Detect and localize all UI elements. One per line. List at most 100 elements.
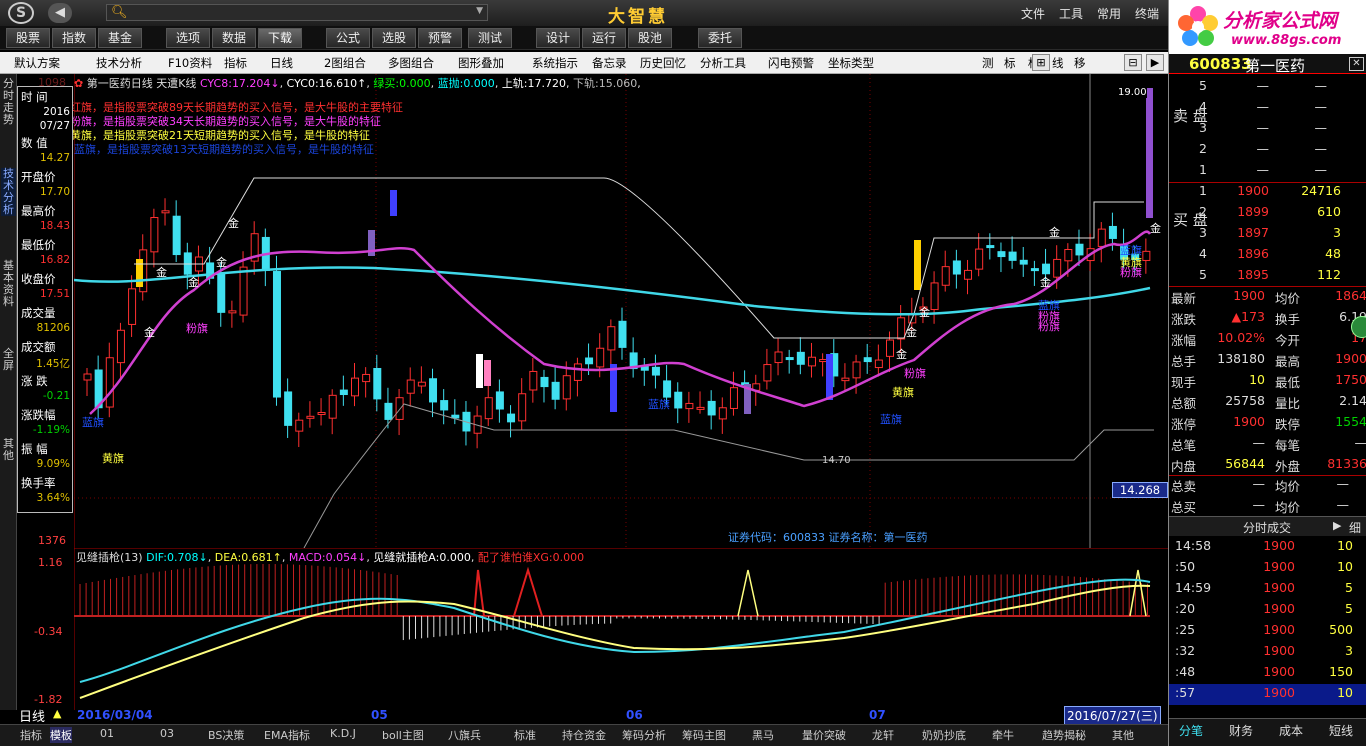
nav-11[interactable]: 运行 (582, 28, 626, 48)
tool-right-0[interactable]: 测 (982, 55, 994, 71)
candle-body (1030, 268, 1039, 272)
gear-icon[interactable]: ✿ (74, 77, 83, 90)
quote-tab-0[interactable]: 分笔 (1179, 722, 1203, 739)
search-input[interactable]: 🔍︎ ▼ (106, 4, 488, 21)
ticks-detail-button[interactable]: 细 (1349, 519, 1361, 536)
book-divider (1169, 182, 1366, 183)
signal-label-7: 蓝旗 (82, 416, 104, 429)
info-value-10: 9.09% (36, 458, 70, 470)
quote-row-8-1: 56844 (1225, 456, 1265, 471)
quote-tab-1[interactable]: 财务 (1229, 722, 1253, 739)
tool-8[interactable]: 系统指示 (532, 55, 578, 71)
kline-chart[interactable]: ✿ 第一医药日线 天遭K线 CYC8:17.204↓, CYC0:16.610↑… (70, 74, 1168, 548)
indicator-tab-5[interactable]: EMA指标 (264, 727, 310, 743)
nav-9[interactable]: 测试 (468, 28, 512, 48)
indicator-tab-15[interactable]: 龙轩 (872, 727, 894, 743)
indicator-tab-12[interactable]: 筹码主图 (682, 727, 726, 743)
tool-7[interactable]: 图形叠加 (458, 55, 504, 71)
sell-row-1-2: — (1314, 99, 1328, 114)
menu-tools[interactable]: 工具 (1059, 5, 1083, 22)
nav-2[interactable]: 基金 (98, 28, 142, 48)
nav-5[interactable]: 下载 (258, 28, 302, 48)
indicator-tab-10[interactable]: 持仓资金 (562, 727, 606, 743)
close-icon[interactable]: ✕ (1349, 57, 1364, 71)
signal-bar-5 (610, 364, 617, 412)
indicator-tab-14[interactable]: 量价突破 (802, 727, 846, 743)
nav-3[interactable]: 选项 (166, 28, 210, 48)
indicator-tab-11[interactable]: 筹码分析 (622, 727, 666, 743)
nav-13[interactable]: 委托 (698, 28, 742, 48)
tool-right-4[interactable]: 移 (1074, 55, 1086, 71)
tool-9[interactable]: 备忘录 (592, 55, 627, 71)
indicator-tab-2[interactable]: 01 (100, 727, 114, 740)
tool-11[interactable]: 分析工具 (700, 55, 746, 71)
side-tab-4[interactable]: 其他 (1, 438, 16, 462)
menu-file[interactable]: 文件 (1021, 5, 1045, 22)
menu-common[interactable]: 常用 (1097, 5, 1121, 22)
quote-tab-2[interactable]: 成本 (1279, 722, 1303, 739)
indicator-tab-19[interactable]: 其他 (1112, 727, 1134, 743)
candle-body (105, 357, 114, 408)
sum-buy-3: — (1336, 497, 1350, 512)
candle-body (306, 415, 315, 419)
tool-3[interactable]: 指标 (224, 55, 247, 71)
indicator-tab-3[interactable]: 03 (160, 727, 174, 740)
tool-13[interactable]: 坐标类型 (828, 55, 874, 71)
tool-1[interactable]: 技术分析 (96, 55, 142, 71)
legend-lower-label: 下轨: (573, 77, 599, 90)
tool-2[interactable]: F10资料 (168, 55, 212, 71)
indicator-tab-7[interactable]: boll主图 (382, 727, 424, 743)
candle-body (1008, 251, 1017, 261)
macd-chart[interactable]: 见缝插枪(13) DIF:0.708↓, DEA:0.681↑, MACD:0.… (74, 548, 1168, 710)
side-tab-0[interactable]: 分时走势 (1, 78, 16, 126)
menu-terminal[interactable]: 终端 (1135, 5, 1159, 22)
candle-body (351, 377, 359, 397)
tool-0[interactable]: 默认方案 (14, 55, 60, 71)
side-tab-3[interactable]: 全屏 (1, 348, 16, 372)
ticks-expand-icon[interactable]: ▶ (1333, 519, 1341, 532)
quote-row-2-2: 今开 (1275, 333, 1301, 348)
grid-icon[interactable]: ⊞ (1032, 54, 1050, 71)
tool-5[interactable]: 2图组合 (324, 55, 366, 71)
candle-body (1019, 259, 1028, 265)
tool-right-3[interactable]: 线 (1052, 55, 1064, 71)
quote-row-4-3: 1750 (1335, 372, 1366, 387)
tool-12[interactable]: 闪电预警 (768, 55, 814, 71)
indicator-tab-16[interactable]: 奶奶抄底 (922, 727, 966, 743)
next-icon[interactable]: ▶ (1146, 54, 1164, 71)
indicator-tab-4[interactable]: BS决策 (208, 727, 244, 743)
tool-10[interactable]: 历史回忆 (640, 55, 686, 71)
app-logo-icon[interactable]: S (8, 2, 34, 24)
nav-1[interactable]: 指数 (52, 28, 96, 48)
candle-body (228, 310, 237, 314)
tool-6[interactable]: 多图组合 (388, 55, 434, 71)
indicator-tab-8[interactable]: 八旗兵 (448, 727, 481, 743)
window-icon[interactable]: ⊟ (1124, 54, 1142, 71)
indicator-tab-17[interactable]: 牵牛 (992, 727, 1014, 743)
indicator-tab-0[interactable]: 指标 (20, 727, 42, 743)
nav-0[interactable]: 股票 (6, 28, 50, 48)
float-badge[interactable] (1351, 316, 1366, 338)
quote-tab-3[interactable]: 短线 (1329, 722, 1353, 739)
back-button[interactable]: ◀ (48, 3, 72, 23)
side-tab-2[interactable]: 基本资料 (1, 260, 16, 308)
nav-8[interactable]: 预警 (418, 28, 462, 48)
date-axis: 日线 ▲ 2016/03/04 05 06 07 2016/07/27(三) (17, 706, 1168, 725)
indicator-tab-9[interactable]: 标准 (514, 727, 536, 743)
indicator-tab-6[interactable]: K.D.J (330, 727, 356, 740)
indicator-tab-13[interactable]: 黑马 (752, 727, 774, 743)
nav-4[interactable]: 数据 (212, 28, 256, 48)
tool-right-1[interactable]: 标 (1004, 55, 1016, 71)
quote-row-0-0: 最新 (1171, 291, 1197, 306)
nav-10[interactable]: 设计 (536, 28, 580, 48)
date-07: 07 (869, 708, 886, 722)
side-tab-1[interactable]: 技术分析 (1, 168, 16, 216)
nav-12[interactable]: 股池 (628, 28, 672, 48)
indicator-tab-1[interactable]: 模板 (50, 727, 72, 743)
chevron-down-icon[interactable]: ▼ (476, 6, 483, 16)
nav-6[interactable]: 公式 (326, 28, 370, 48)
nav-7[interactable]: 选股 (372, 28, 416, 48)
tool-4[interactable]: 日线 (270, 55, 293, 71)
indicator-tab-18[interactable]: 趋势揭秘 (1042, 727, 1086, 743)
dea-label: DEA: (214, 551, 242, 564)
